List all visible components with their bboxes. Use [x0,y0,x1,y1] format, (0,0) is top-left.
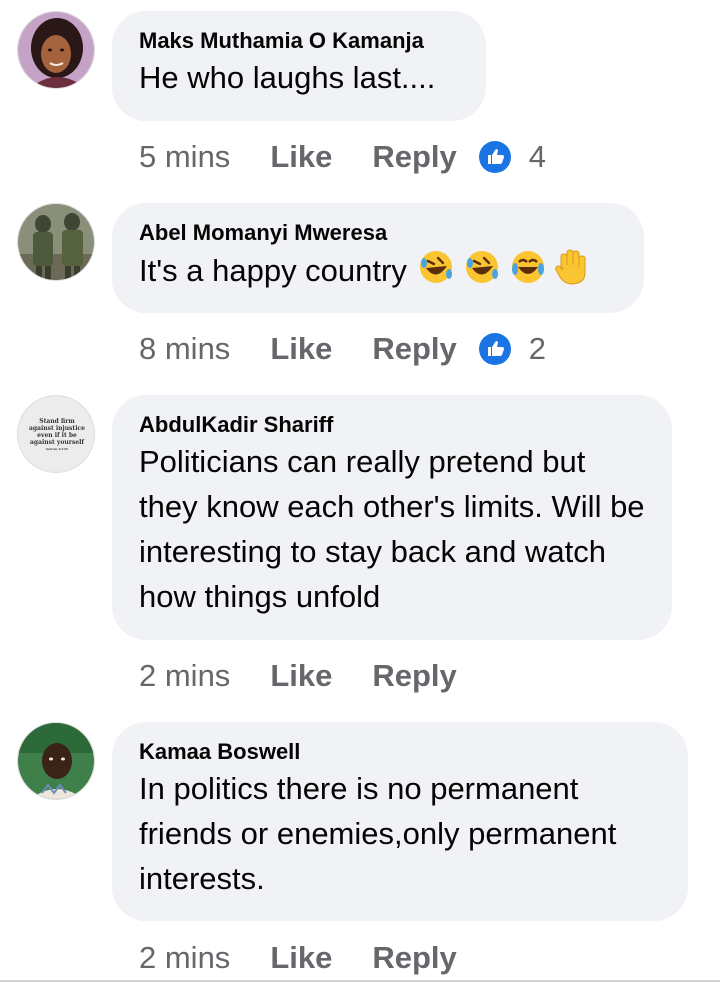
comment-timestamp[interactable]: 5 mins [139,139,230,175]
joy-emoji-icon [509,248,547,298]
comment-bubble: AbdulKadir Shariff Politicians can reall… [112,395,672,640]
reply-button[interactable]: Reply [372,139,456,175]
reaction-summary[interactable]: 4 [478,139,547,175]
comment-actions: 2 mins Like Reply [139,938,497,978]
reaction-count: 4 [528,139,547,174]
comment-bubble: Abel Momanyi Mweresa It's a happy countr… [112,203,644,313]
like-button[interactable]: Like [270,331,332,367]
like-button[interactable]: Like [270,658,332,694]
avatar-quote-text: Stand firm against injustice even if it … [29,418,85,446]
avatar[interactable]: Stand firm against injustice even if it … [17,395,95,473]
comment-text-content: It's a happy country [139,253,407,289]
comment-author[interactable]: AbdulKadir Shariff [139,411,648,439]
comment-text: It's a happy country [139,247,620,299]
comment-timestamp[interactable]: 2 mins [139,658,230,694]
comment-author[interactable]: Abel Momanyi Mweresa [139,219,620,247]
reply-button[interactable]: Reply [372,940,456,976]
bottom-divider [0,980,720,982]
avatar[interactable] [17,11,95,89]
like-button[interactable]: Like [270,139,332,175]
avatar-photo-icon [18,204,94,280]
comment-timestamp[interactable]: 8 mins [139,331,230,367]
avatar[interactable] [17,203,95,281]
reply-button[interactable]: Reply [372,658,456,694]
like-reaction-icon [478,141,511,173]
raised-hand-emoji-icon [553,247,591,299]
reply-button[interactable]: Reply [372,331,456,367]
rofl-emoji-icon [417,248,455,298]
comment-text: He who laughs last.... [139,60,436,95]
comment-text: In politics there is no permanent friend… [139,771,617,896]
comment-actions: 8 mins Like Reply 2 [139,329,546,369]
comment-bubble: Kamaa Boswell In politics there is no pe… [112,722,688,921]
reaction-summary[interactable]: 2 [478,331,547,367]
like-button[interactable]: Like [270,940,332,976]
avatar-photo-icon [18,12,94,88]
avatar-photo-icon [18,723,94,799]
comment-actions: 2 mins Like Reply [139,656,497,696]
comment-actions: 5 mins Like Reply 4 [139,137,546,177]
comment-text: Politicians can really pretend but they … [139,444,645,614]
comment-bubble: Maks Muthamia O Kamanja He who laughs la… [112,11,486,121]
comment-timestamp[interactable]: 2 mins [139,940,230,976]
avatar[interactable] [17,722,95,800]
avatar-quote-image: Stand firm against injustice even if it … [18,396,94,472]
avatar-quote-ref: Qur'an 4:135 [46,447,68,451]
rofl-emoji-icon [463,248,501,298]
like-reaction-icon [478,333,511,365]
reaction-count: 2 [528,331,547,366]
comment-author[interactable]: Maks Muthamia O Kamanja [139,27,462,55]
comment-author[interactable]: Kamaa Boswell [139,738,664,766]
